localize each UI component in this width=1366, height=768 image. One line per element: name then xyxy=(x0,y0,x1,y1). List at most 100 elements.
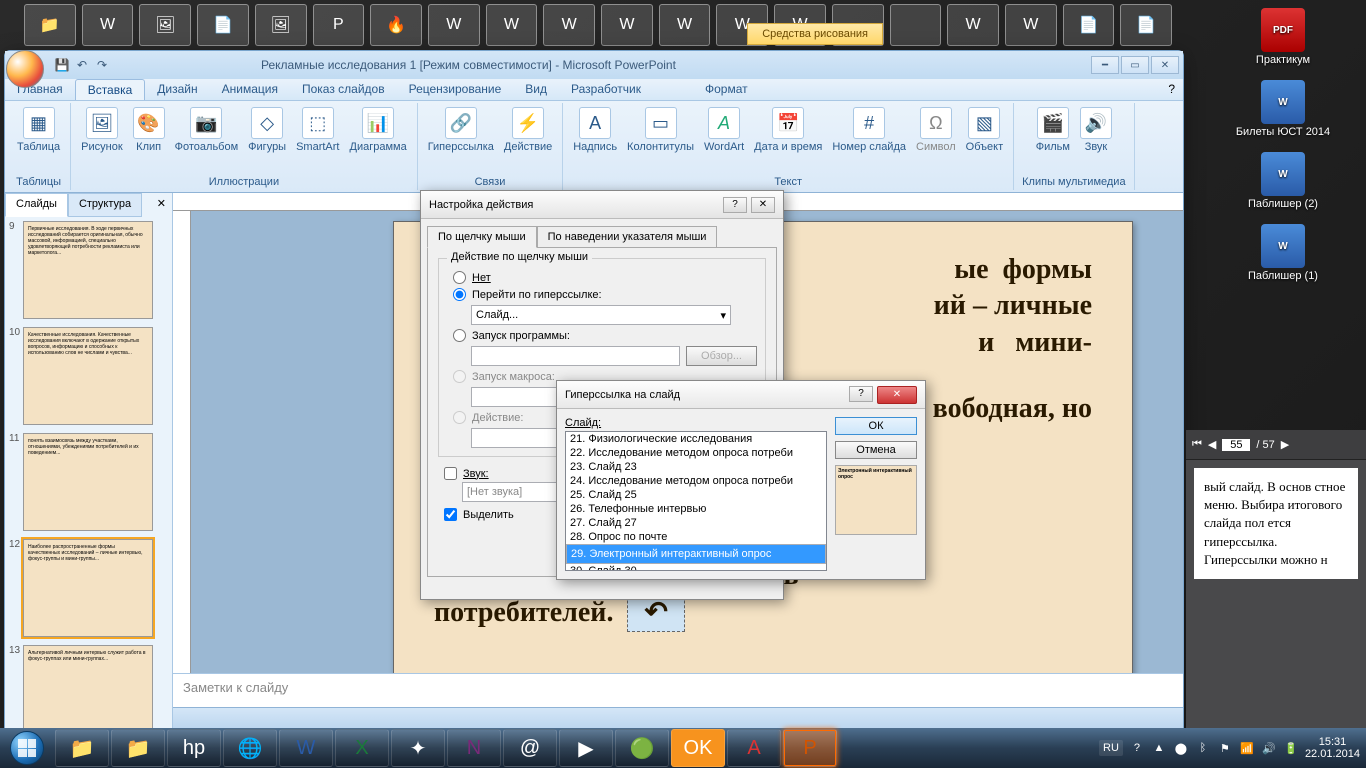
dialog-titlebar[interactable]: Гиперссылка на слайд ?✕ xyxy=(557,381,925,409)
preview-thumb[interactable]: 🖼 xyxy=(139,4,191,46)
close-button[interactable]: ✕ xyxy=(1151,56,1179,74)
taskbar-ok[interactable]: OK xyxy=(671,729,725,767)
start-button[interactable] xyxy=(0,728,54,768)
radio-hyperlink[interactable]: Перейти по гиперссылке: xyxy=(453,288,757,301)
slide-thumb[interactable]: 13Альтернативой личным интервью служит р… xyxy=(9,645,168,729)
taskbar-adobe[interactable]: A xyxy=(727,729,781,767)
preview-thumb[interactable]: W xyxy=(1005,4,1057,46)
tab-view[interactable]: Вид xyxy=(513,79,559,100)
flag-icon[interactable]: ⚑ xyxy=(1217,740,1233,756)
slide-thumb[interactable]: 9Первичные исследования. В ходе первичны… xyxy=(9,221,168,319)
desktop-icon-doc[interactable]: WБилеты ЮСТ 2014 xyxy=(1200,80,1366,138)
taskbar-word[interactable]: W xyxy=(279,729,333,767)
vertical-ruler[interactable] xyxy=(173,211,191,673)
prev-page-icon[interactable]: ◀ xyxy=(1208,438,1216,451)
help-icon[interactable]: ? xyxy=(1160,79,1183,100)
preview-thumb[interactable]: W xyxy=(486,4,538,46)
taskbar-excel[interactable]: X xyxy=(335,729,389,767)
hyperlink-select[interactable]: Слайд...▾ xyxy=(471,305,731,325)
clock[interactable]: 15:31 22.01.2014 xyxy=(1305,736,1360,760)
taskbar-media[interactable]: ▶ xyxy=(559,729,613,767)
slide-thumbnails[interactable]: 9Первичные исследования. В ходе первичны… xyxy=(5,217,172,729)
textbox-button[interactable]: AНадпись xyxy=(571,105,619,155)
sound-button[interactable]: 🔊Звук xyxy=(1078,105,1114,155)
preview-thumb[interactable]: W xyxy=(428,4,480,46)
next-page-icon[interactable]: ▶ xyxy=(1281,438,1289,451)
desktop-icon-doc[interactable]: WПаблишер (1) xyxy=(1200,224,1366,282)
taskbar-powerpoint[interactable]: P xyxy=(783,729,837,767)
radio-none[interactable]: Нет xyxy=(453,271,757,284)
taskbar-hp[interactable]: hp xyxy=(167,729,221,767)
preview-thumb[interactable]: W xyxy=(659,4,711,46)
network-icon[interactable]: 📶 xyxy=(1239,740,1255,756)
cancel-button[interactable]: Отмена xyxy=(835,441,917,459)
wordart-button[interactable]: AWordArt xyxy=(702,105,746,155)
slide-list[interactable]: 21. Физиологические исследования 22. Исс… xyxy=(565,431,827,571)
minimize-button[interactable]: ━ xyxy=(1091,56,1119,74)
undo-icon[interactable]: ↶ xyxy=(73,56,91,74)
taskbar-explorer[interactable]: 📁 xyxy=(55,729,109,767)
preview-thumb[interactable] xyxy=(890,4,942,46)
list-item[interactable]: 22. Исследование методом опроса потреби xyxy=(566,446,826,460)
preview-thumb[interactable]: 📄 xyxy=(197,4,249,46)
smartart-button[interactable]: ⬚SmartArt xyxy=(294,105,341,155)
battery-icon[interactable]: 🔋 xyxy=(1283,740,1299,756)
taskbar-item[interactable]: ✦ xyxy=(391,729,445,767)
tab-design[interactable]: Дизайн xyxy=(145,79,209,100)
preview-thumb[interactable]: P xyxy=(313,4,365,46)
chart-button[interactable]: 📊Диаграмма xyxy=(348,105,409,155)
slide-thumb[interactable]: 10Качественные исследования. Качественны… xyxy=(9,327,168,425)
preview-thumb[interactable]: 📄 xyxy=(1120,4,1172,46)
slide-thumb[interactable]: 11понять взаимосвязь между участками, от… xyxy=(9,433,168,531)
dialog-titlebar[interactable]: Настройка действия ?✕ xyxy=(421,191,783,219)
tab-slideshow[interactable]: Показ слайдов xyxy=(290,79,397,100)
help-tray-icon[interactable]: ? xyxy=(1129,740,1145,756)
preview-thumb[interactable]: W xyxy=(601,4,653,46)
titlebar[interactable]: 💾 ↶ ↷ Рекламные исследования 1 [Режим со… xyxy=(5,51,1183,79)
close-panel-icon[interactable]: ✕ xyxy=(151,193,172,217)
language-indicator[interactable]: RU xyxy=(1099,740,1123,756)
tab-animation[interactable]: Анимация xyxy=(210,79,290,100)
tray-icon[interactable]: ▲ xyxy=(1151,740,1167,756)
list-item[interactable]: 28. Опрос по почте xyxy=(566,530,826,544)
close-icon[interactable]: ✕ xyxy=(751,197,775,213)
tab-on-click[interactable]: По щелчку мыши xyxy=(427,226,537,248)
desktop-icon-doc[interactable]: WПаблишер (2) xyxy=(1200,152,1366,210)
list-item[interactable]: 26. Телефонные интервью xyxy=(566,502,826,516)
help-icon[interactable]: ? xyxy=(723,197,747,213)
datetime-button[interactable]: 📅Дата и время xyxy=(752,105,824,155)
preview-thumb[interactable]: W xyxy=(947,4,999,46)
preview-thumb[interactable]: 📁 xyxy=(24,4,76,46)
help-icon[interactable]: ? xyxy=(849,386,873,402)
preview-thumb[interactable]: 🖼 xyxy=(255,4,307,46)
pdf-page-content[interactable]: вый слайд. В основ стное меню. Выбира ит… xyxy=(1194,468,1358,579)
slides-tab[interactable]: Слайды xyxy=(5,193,68,217)
movie-button[interactable]: 🎬Фильм xyxy=(1034,105,1072,155)
object-button[interactable]: ▧Объект xyxy=(964,105,1005,155)
preview-thumb[interactable]: 📄 xyxy=(1063,4,1115,46)
close-icon[interactable]: ✕ xyxy=(877,386,917,404)
slide-thumb[interactable]: 12Наиболее распространенные формы качест… xyxy=(9,539,168,637)
office-button[interactable] xyxy=(6,50,44,88)
picture-button[interactable]: 🖼Рисунок xyxy=(79,105,125,155)
list-item[interactable]: 21. Физиологические исследования xyxy=(566,432,826,446)
taskbar-chrome[interactable]: 🌐 xyxy=(223,729,277,767)
list-item[interactable]: 25. Слайд 25 xyxy=(566,488,826,502)
ok-button[interactable]: ОК xyxy=(835,417,917,435)
list-item[interactable]: 27. Слайд 27 xyxy=(566,516,826,530)
volume-icon[interactable]: 🔊 xyxy=(1261,740,1277,756)
notes-pane[interactable]: Заметки к слайду xyxy=(173,673,1183,707)
save-icon[interactable]: 💾 xyxy=(53,56,71,74)
hyperlink-button[interactable]: 🔗Гиперссылка xyxy=(426,105,496,155)
symbol-button[interactable]: ΩСимвол xyxy=(914,105,958,155)
preview-thumb[interactable]: 🔥 xyxy=(370,4,422,46)
list-item[interactable]: 30. Слайд 30 xyxy=(566,564,826,571)
outline-tab[interactable]: Структура xyxy=(68,193,142,217)
tab-review[interactable]: Рецензирование xyxy=(397,79,514,100)
maximize-button[interactable]: ▭ xyxy=(1121,56,1149,74)
header-footer-button[interactable]: ▭Колонтитулы xyxy=(625,105,696,155)
radio-run-program[interactable]: Запуск программы: xyxy=(453,329,757,342)
tab-format[interactable]: Формат xyxy=(693,79,760,100)
first-page-icon[interactable]: ⏮ xyxy=(1192,438,1202,451)
shapes-button[interactable]: ◇Фигуры xyxy=(246,105,288,155)
